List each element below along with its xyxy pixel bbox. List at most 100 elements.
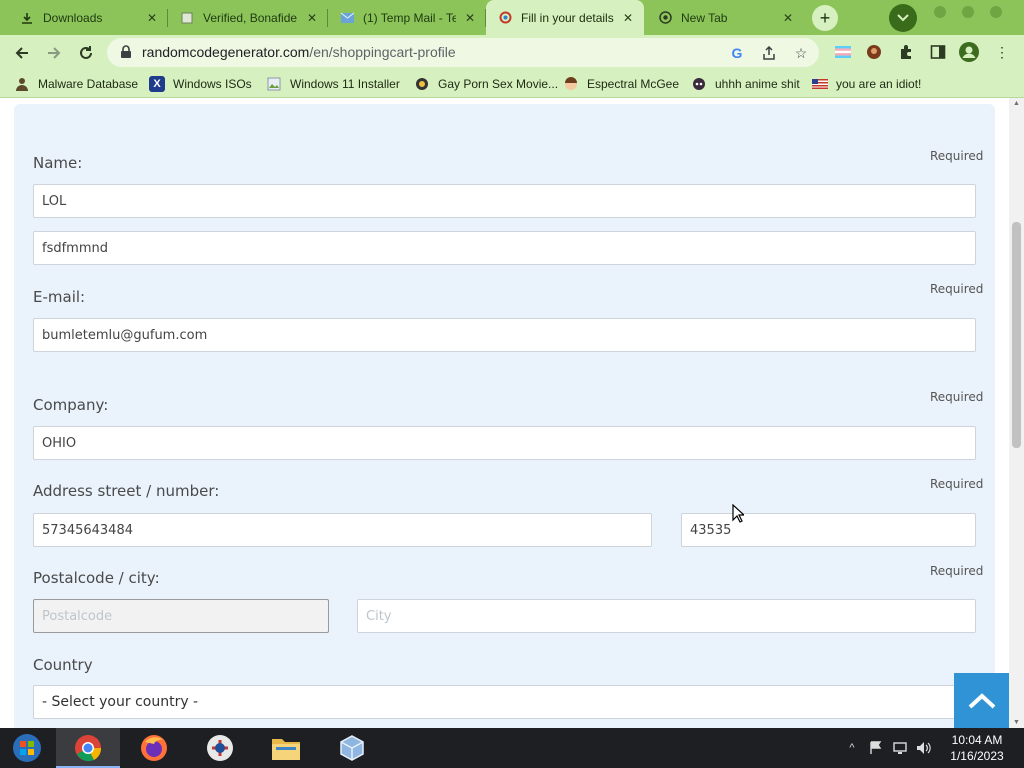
page-scrollbar[interactable]: ▲ ▼: [1009, 98, 1024, 728]
taskbar: ^ 10:04 AM 1/16/2023: [0, 728, 1024, 768]
user-icon: [14, 76, 30, 92]
clock-time: 10:04 AM: [951, 733, 1003, 747]
chrome-icon: [658, 11, 672, 25]
bookmark-windows-isos[interactable]: X Windows ISOs: [149, 75, 252, 93]
window-close-button[interactable]: [990, 6, 1002, 18]
tab-title: Fill in your details: [521, 10, 614, 25]
chevron-down-icon: [897, 14, 909, 22]
tray-flag-icon[interactable]: [868, 739, 884, 757]
postal-city-label: Postalcode / city:: [33, 569, 160, 587]
taskbar-firefox[interactable]: [122, 728, 186, 768]
bookmark-label: Espectral McGee: [587, 77, 680, 91]
close-icon[interactable]: ✕: [462, 10, 478, 26]
virtualbox-icon: [340, 735, 364, 761]
download-icon: [20, 11, 34, 25]
new-tab-button[interactable]: +: [812, 5, 838, 31]
page-icon: [180, 11, 194, 25]
clock-date: 1/16/2023: [950, 749, 1004, 763]
plus-icon: +: [819, 7, 831, 28]
bookmark-you-are-an-idiot[interactable]: you are an idiot!: [812, 75, 921, 93]
windows-start-button[interactable]: [0, 728, 54, 768]
tab-title: Verified, Bonafide: [203, 10, 298, 25]
share-icon[interactable]: [759, 43, 779, 63]
taskbar-chrome[interactable]: [56, 728, 120, 768]
required-note: Required: [930, 149, 984, 163]
close-icon[interactable]: ✕: [620, 10, 636, 26]
tab-fill-in-details[interactable]: Fill in your details ✕: [486, 0, 644, 35]
maximize-button[interactable]: [962, 6, 974, 18]
taskbar-file-explorer[interactable]: [254, 728, 318, 768]
obs-icon: [207, 735, 233, 761]
email-input[interactable]: bumletemlu@gufum.com: [33, 318, 976, 352]
bookmark-label: Windows ISOs: [173, 77, 252, 91]
bookmark-label: Malware Database: [38, 77, 139, 91]
postalcode-input[interactable]: Postalcode: [33, 599, 329, 633]
street-input[interactable]: 57345643484: [33, 513, 652, 547]
url-path: /en/shoppingcart-profile: [309, 44, 456, 60]
bookmark-windows-11-installer[interactable]: Windows 11 Installer: [266, 75, 400, 93]
company-label: Company:: [33, 396, 109, 414]
name-label: Name:: [33, 154, 83, 172]
bookmark-anime[interactable]: uhhh anime shit: [691, 75, 800, 93]
forward-button[interactable]: [41, 40, 67, 66]
country-select[interactable]: - Select your country -: [33, 685, 976, 719]
first-name-input[interactable]: LOL: [33, 184, 976, 218]
forward-arrow-icon: [48, 47, 61, 59]
bookmark-espectral-mcgee[interactable]: Espectral McGee: [563, 75, 679, 93]
scroll-up-arrow[interactable]: ▲: [1013, 100, 1020, 107]
bookmark-label: Windows 11 Installer: [290, 77, 400, 91]
google-icon[interactable]: G: [727, 43, 747, 63]
tab-strip: Downloads ✕ Verified, Bonafide ✕ (1) Tem…: [0, 0, 1024, 35]
taskbar-virtualbox[interactable]: [320, 728, 384, 768]
reload-button[interactable]: [73, 40, 99, 66]
bookmark-label: you are an idiot!: [836, 77, 922, 91]
tray-overflow-icon[interactable]: ^: [844, 739, 860, 757]
flag-icon: [812, 76, 828, 92]
extension-flag-icon[interactable]: [833, 42, 853, 62]
bookmark-malware-database[interactable]: Malware Database: [14, 75, 138, 93]
profile-avatar-icon[interactable]: [959, 42, 979, 62]
email-label: E-mail:: [33, 288, 86, 306]
bookmark-movie-site[interactable]: Gay Porn Sex Movie...: [414, 75, 558, 93]
back-to-top-button[interactable]: [954, 673, 1009, 728]
address-bar[interactable]: randomcodegenerator.com/en/shoppingcart-…: [107, 38, 819, 67]
house-number-input[interactable]: 43535: [681, 513, 976, 547]
close-icon[interactable]: ✕: [304, 10, 320, 26]
puzzle-icon[interactable]: [896, 42, 916, 62]
tab-temp-mail[interactable]: (1) Temp Mail - Te ✕: [328, 0, 486, 35]
x-icon: X: [149, 76, 165, 92]
tray-network-icon[interactable]: [892, 739, 908, 757]
tab-search-button[interactable]: [889, 4, 917, 32]
close-icon[interactable]: ✕: [780, 10, 796, 26]
mail-icon: [340, 11, 354, 25]
required-note: Required: [930, 390, 984, 404]
side-panel-icon[interactable]: [928, 42, 948, 62]
more-menu-icon[interactable]: ⋮: [992, 42, 1012, 62]
required-note: Required: [930, 564, 984, 578]
url-text[interactable]: randomcodegenerator.com/en/shoppingcart-…: [142, 44, 456, 60]
bookmark-label: Gay Porn Sex Movie...: [438, 77, 559, 91]
reload-icon: [80, 46, 92, 59]
tab-downloads[interactable]: Downloads ✕: [8, 0, 168, 35]
extension-avatar-icon[interactable]: [864, 42, 884, 62]
minimize-button[interactable]: [934, 6, 946, 18]
company-input[interactable]: OHIO: [33, 426, 976, 460]
tab-verified[interactable]: Verified, Bonafide ✕: [168, 0, 328, 35]
last-name-input[interactable]: fsdfmmnd: [33, 231, 976, 265]
mouse-cursor-icon: [732, 504, 744, 523]
taskbar-obs[interactable]: [188, 728, 252, 768]
site-icon: [498, 11, 512, 25]
tab-new-tab[interactable]: New Tab ✕: [646, 0, 804, 35]
back-button[interactable]: [9, 40, 35, 66]
scroll-thumb[interactable]: [1012, 222, 1021, 448]
system-clock[interactable]: 10:04 AM 1/16/2023: [940, 732, 1014, 764]
star-icon[interactable]: ☆: [791, 43, 811, 63]
country-label: Country: [33, 656, 93, 674]
tab-title: (1) Temp Mail - Te: [363, 10, 456, 25]
close-icon[interactable]: ✕: [144, 10, 160, 26]
lock-icon[interactable]: [119, 45, 133, 59]
tray-volume-icon[interactable]: [916, 739, 932, 757]
scroll-down-arrow[interactable]: ▼: [1013, 719, 1020, 726]
page-viewport: Name: Required LOL fsdfmmnd E-mail: Requ…: [0, 98, 1009, 728]
city-input[interactable]: City: [357, 599, 976, 633]
